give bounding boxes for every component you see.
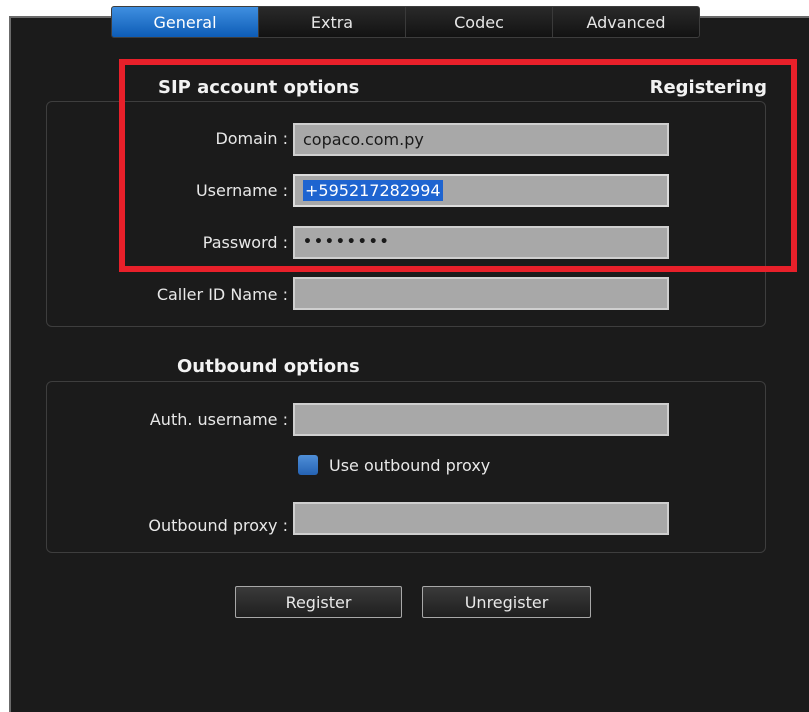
password-field[interactable]: •••••••• (293, 226, 669, 259)
username-field[interactable]: +595217282994 (293, 174, 669, 207)
use-outbound-proxy-label[interactable]: Use outbound proxy (329, 456, 490, 475)
tab-general[interactable]: General (112, 7, 259, 37)
caller-id-label: Caller ID Name : (156, 285, 288, 304)
username-selected-text: +595217282994 (303, 180, 443, 201)
domain-label: Domain : (215, 129, 288, 148)
tab-codec[interactable]: Codec (406, 7, 553, 37)
outbound-proxy-field[interactable] (293, 502, 669, 535)
caller-id-field[interactable] (293, 277, 669, 310)
tab-advanced[interactable]: Advanced (553, 7, 699, 37)
outbound-proxy-label: Outbound proxy : (148, 516, 288, 535)
sip-options-heading: SIP account options (158, 77, 360, 98)
use-outbound-proxy-checkbox[interactable] (298, 455, 318, 475)
tab-extra[interactable]: Extra (259, 7, 406, 37)
password-label: Password : (202, 233, 288, 252)
registration-status: Registering (649, 77, 767, 98)
unregister-button[interactable]: Unregister (422, 586, 591, 618)
auth-username-label: Auth. username : (149, 410, 288, 429)
domain-field[interactable]: copaco.com.py (293, 123, 669, 156)
outbound-options-heading: Outbound options (177, 356, 360, 377)
register-button[interactable]: Register (235, 586, 402, 618)
username-label: Username : (195, 181, 288, 200)
tab-bar: General Extra Codec Advanced (111, 6, 700, 38)
auth-username-field[interactable] (293, 403, 669, 436)
